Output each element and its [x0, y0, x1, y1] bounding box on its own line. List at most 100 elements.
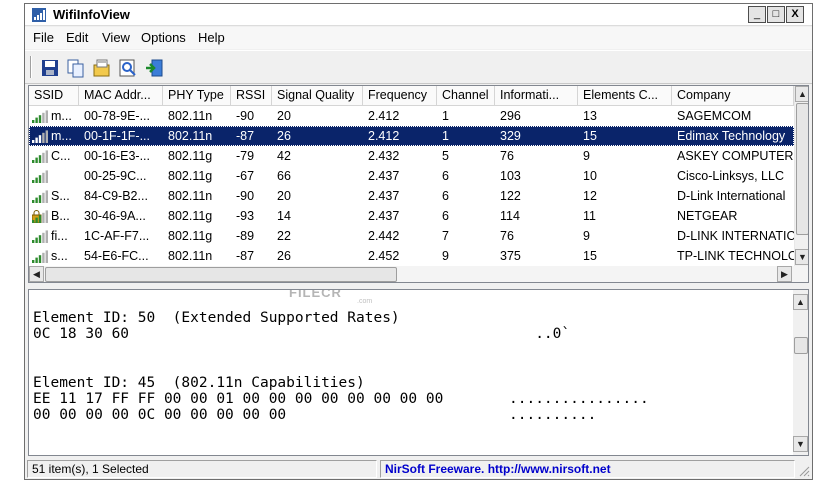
cell-mac: 30-46-9A...: [84, 209, 146, 223]
html-report-icon[interactable]: [117, 57, 139, 79]
cell-phy: 802.11g: [168, 149, 213, 163]
toolbar: [25, 50, 812, 84]
col-ssid[interactable]: SSID: [29, 86, 79, 106]
cell-mac: 00-1F-1F-...: [84, 129, 150, 143]
scroll-down-icon[interactable]: ▼: [793, 436, 808, 452]
ssid-text: C...: [51, 149, 71, 163]
cell-frequency: 2.412: [368, 109, 400, 123]
cell-frequency: 2.437: [368, 189, 400, 203]
table-row[interactable]: S... 84-C9-B2... 802.11n -90 20 2.437 6 122 12 D-…: [29, 186, 794, 206]
element-detail-pane[interactable]: FILECR .com Element ID: 50 (Extended Sup…: [28, 289, 809, 456]
minimize-button[interactable]: _: [748, 6, 766, 23]
detail-vscroll-thumb[interactable]: [794, 337, 808, 354]
scroll-up-icon[interactable]: ▲: [795, 86, 808, 102]
cell-elements: 13: [583, 109, 597, 123]
window-title: WifiInfoView: [53, 7, 130, 22]
table-row[interactable]: 00-25-9C... 802.11g -67 66 2.437 6 103 10 Cisco-…: [29, 166, 794, 186]
table-row[interactable]: B... 30-46-9A... 802.11g -93 14 2.437 6 114 11 NE…: [29, 206, 794, 226]
hex-line: 0C 18 30 60: [33, 326, 130, 343]
cell-information: 76: [500, 229, 514, 243]
ssid-text: S...: [51, 189, 70, 203]
menu-options[interactable]: Options: [141, 30, 186, 45]
col-phy[interactable]: PHY Type: [163, 86, 231, 106]
menu-help[interactable]: Help: [198, 30, 225, 45]
cell-mac: 00-25-9C...: [84, 169, 147, 183]
cell-company: D-Link International: [677, 189, 786, 203]
status-bar: 51 item(s), 1 Selected NirSoft Freeware.…: [25, 459, 812, 479]
table-row[interactable]: fi... 1C-AF-F7... 802.11g -89 22 2.442 7 76 9 D-L…: [29, 226, 794, 246]
cell-information: 375: [500, 249, 521, 263]
hex-line: 00 00 00 00 0C 00 00 00 00 00: [33, 407, 287, 424]
detail-vertical-scrollbar[interactable]: ▲ ▼: [793, 290, 808, 455]
table-row[interactable]: C... 00-16-E3-... 802.11g -79 42 2.432 5 76 9 ASK…: [29, 146, 794, 166]
cell-frequency: 2.442: [368, 229, 400, 243]
col-company[interactable]: Company: [672, 86, 794, 106]
cell-company: Edimax Technology: [677, 129, 786, 143]
cell-company: D-LINK INTERNATIC: [677, 229, 794, 243]
table-row[interactable]: m... 00-78-9E-... 802.11n -90 20 2.412 1 296 13 S…: [29, 106, 794, 126]
ssid-text: B...: [51, 209, 70, 223]
menu-view[interactable]: View: [102, 30, 130, 45]
maximize-button[interactable]: □: [767, 6, 785, 23]
cell-phy: 802.11n: [168, 129, 213, 143]
col-mac[interactable]: MAC Addr...: [79, 86, 163, 106]
col-frequency[interactable]: Frequency: [363, 86, 437, 106]
cell-frequency: 2.437: [368, 209, 400, 223]
scroll-right-icon[interactable]: ▶: [777, 266, 792, 282]
cell-company: Cisco-Linksys, LLC: [677, 169, 784, 183]
cell-rssi: -67: [236, 169, 255, 183]
cell-signal-quality: 22: [277, 229, 291, 243]
list-horizontal-scrollbar[interactable]: ◀ ▶: [29, 266, 808, 282]
cell-rssi: -90: [236, 189, 255, 203]
cell-elements: 11: [583, 209, 596, 223]
list-vscroll-thumb[interactable]: [796, 103, 808, 235]
cell-elements: 9: [583, 229, 590, 243]
nirsoft-link[interactable]: NirSoft Freeware. http://www.nirsoft.net: [380, 460, 795, 478]
cell-channel: 6: [442, 189, 449, 203]
col-signal-quality[interactable]: Signal Quality: [272, 86, 363, 106]
title-bar[interactable]: WifiInfoView _ □ X: [25, 4, 812, 26]
cell-channel: 1: [442, 129, 449, 143]
col-information[interactable]: Informati...: [495, 86, 578, 106]
save-icon[interactable]: [39, 57, 61, 79]
cell-signal-quality: 20: [277, 189, 291, 203]
hex-line: Element ID: 45 (802.11n Capabilities): [33, 374, 365, 391]
cell-ssid: s...: [29, 246, 79, 266]
exit-icon[interactable]: [143, 57, 165, 79]
cell-phy: 802.11g: [168, 209, 213, 223]
scroll-down-icon[interactable]: ▼: [795, 249, 808, 265]
menu-bar: File Edit View Options Help: [25, 27, 812, 49]
cell-ssid: S...: [29, 186, 79, 206]
toolbar-grip: [30, 56, 32, 78]
table-row[interactable]: s... 54-E6-FC... 802.11n -87 26 2.452 9 375 15 TP…: [29, 246, 794, 266]
col-channel[interactable]: Channel: [437, 86, 495, 106]
cell-information: 122: [500, 189, 521, 203]
cell-information: 329: [500, 129, 521, 143]
cell-mac: 1C-AF-F7...: [84, 229, 150, 243]
cell-channel: 9: [442, 249, 449, 263]
list-vertical-scrollbar[interactable]: ▲ ▼: [794, 86, 808, 266]
app-window: WifiInfoView _ □ X File Edit View Option…: [24, 3, 813, 480]
cell-company: SAGEMCOM: [677, 109, 752, 123]
list-hscroll-thumb[interactable]: [45, 267, 397, 282]
col-rssi[interactable]: RSSI: [231, 86, 272, 106]
resize-grip-icon[interactable]: [798, 465, 810, 477]
network-list[interactable]: SSID MAC Addr... PHY Type RSSI Signal Qu…: [28, 85, 809, 283]
cell-signal-quality: 14: [277, 209, 291, 223]
cell-mac: 00-78-9E-...: [84, 109, 151, 123]
menu-file[interactable]: File: [33, 30, 54, 45]
menu-edit[interactable]: Edit: [66, 30, 88, 45]
cell-mac: 84-C9-B2...: [84, 189, 148, 203]
cell-channel: 7: [442, 229, 449, 243]
table-row[interactable]: m... 00-1F-1F-... 802.11n -87 26 2.412 1 329 15 E…: [29, 126, 794, 146]
copy-icon[interactable]: [65, 57, 87, 79]
scroll-left-icon[interactable]: ◀: [29, 266, 44, 282]
scroll-up-icon[interactable]: ▲: [793, 294, 808, 310]
cell-ssid: B...: [29, 206, 79, 226]
close-button[interactable]: X: [786, 6, 804, 23]
cell-rssi: -93: [236, 209, 255, 223]
cell-ssid: fi...: [29, 226, 79, 246]
status-item-count: 51 item(s), 1 Selected: [27, 460, 377, 478]
properties-icon[interactable]: [91, 57, 113, 79]
col-elements[interactable]: Elements C...: [578, 86, 672, 106]
